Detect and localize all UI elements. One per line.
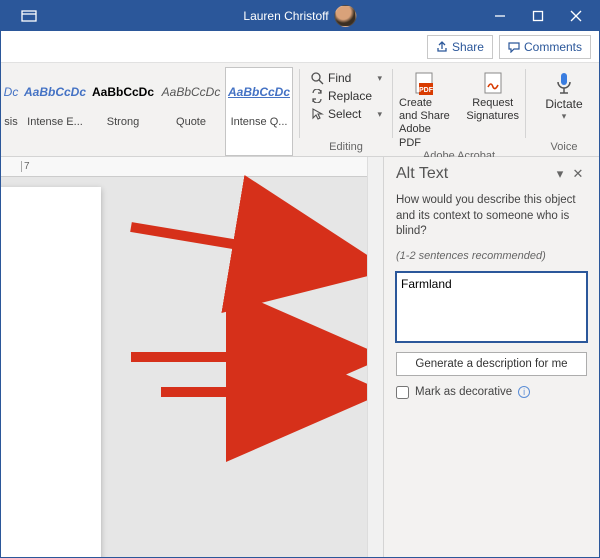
label-l1: Create and Share	[399, 97, 452, 123]
style-name: Intense E...	[23, 116, 87, 128]
pane-options-button[interactable]: ▾	[551, 165, 569, 183]
pane-close-button[interactable]: ✕	[569, 165, 587, 183]
ruler[interactable]: 7	[1, 157, 367, 177]
share-button[interactable]: Share	[427, 35, 493, 59]
comments-label: Comments	[524, 40, 582, 54]
replace-button[interactable]: Replace	[306, 87, 386, 105]
style-name: Quote	[159, 116, 223, 128]
request-signatures-button[interactable]: Request Signatures	[466, 69, 519, 150]
document-area[interactable]: 7	[1, 157, 367, 557]
share-bar: Share Comments	[1, 31, 599, 63]
alt-text-input[interactable]	[396, 272, 587, 342]
style-strong[interactable]: AaBbCcDc Strong	[89, 67, 157, 156]
style-quote[interactable]: AaBbCcDc Quote	[157, 67, 225, 156]
mark-decorative-input[interactable]	[396, 386, 409, 399]
share-label: Share	[452, 40, 484, 54]
generate-label: Generate a description for me	[415, 358, 567, 370]
label-l1: Request	[472, 97, 513, 110]
chevron-down-icon: ▾	[562, 111, 567, 122]
label-l2: Signatures	[466, 110, 519, 123]
voice-group: Dictate ▾ Voice	[532, 63, 596, 156]
pane-title: Alt Text	[396, 165, 448, 183]
dictate-button[interactable]: Dictate ▾	[545, 69, 582, 122]
user-account[interactable]: Lauren Christoff	[243, 5, 356, 27]
vertical-scrollbar[interactable]	[367, 157, 383, 557]
mark-decorative-checkbox[interactable]: Mark as decorative i	[396, 386, 587, 399]
style-name: sis	[2, 116, 20, 128]
adobe-acrobat-group: PDF Create and Share Adobe PDF Request S…	[399, 63, 519, 156]
chevron-down-icon: ▾	[377, 73, 382, 84]
maximize-button[interactable]	[519, 2, 557, 30]
style-emphasis[interactable]: Dc sis	[1, 67, 21, 156]
user-name: Lauren Christoff	[243, 9, 328, 23]
info-icon[interactable]: i	[518, 386, 530, 398]
ruler-mark: 7	[21, 161, 61, 172]
style-sample: Dc	[2, 70, 20, 114]
voice-group-label: Voice	[551, 141, 578, 156]
style-name: Intense Q...	[227, 116, 291, 128]
generate-description-button[interactable]: Generate a description for me	[396, 352, 587, 376]
annotation-arrow	[121, 217, 367, 282]
editing-group-label: Editing	[306, 141, 386, 156]
close-button[interactable]	[557, 2, 595, 30]
select-label: Select	[328, 107, 361, 121]
label-l2: Adobe PDF	[399, 123, 452, 149]
alt-text-pane: Alt Text ▾ ✕ How would you describe this…	[383, 157, 599, 557]
separator	[525, 69, 526, 138]
title-bar: Lauren Christoff	[1, 1, 599, 31]
select-button[interactable]: Select ▾	[306, 105, 386, 123]
separator	[392, 69, 393, 138]
dictate-label: Dictate	[545, 97, 582, 111]
ribbon: Dc sis AaBbCcDc Intense E... AaBbCcDc St…	[1, 63, 599, 157]
page[interactable]	[1, 187, 101, 557]
pane-description: How would you describe this object and i…	[396, 193, 587, 240]
style-intense-quote[interactable]: AaBbCcDc Intense Q...	[225, 67, 293, 156]
style-sample: AaBbCcDc	[91, 70, 155, 114]
style-sample: AaBbCcDc	[227, 70, 291, 114]
annotation-arrow	[121, 347, 367, 372]
create-share-pdf-button[interactable]: PDF Create and Share Adobe PDF	[399, 69, 452, 150]
comments-button[interactable]: Comments	[499, 35, 591, 59]
minimize-button[interactable]	[481, 2, 519, 30]
style-sample: AaBbCcDc	[159, 70, 223, 114]
replace-label: Replace	[328, 89, 372, 103]
pane-hint: (1-2 sentences recommended)	[396, 250, 587, 262]
style-sample: AaBbCcDc	[23, 70, 87, 114]
ribbon-display-options-button[interactable]	[13, 2, 45, 30]
editing-group: Find ▾ Replace Select ▾ Editing	[306, 63, 386, 156]
avatar	[335, 5, 357, 27]
style-name: Strong	[91, 116, 155, 128]
annotation-arrow	[151, 382, 367, 407]
find-label: Find	[328, 71, 351, 85]
separator	[299, 69, 300, 138]
workspace: 7 Alt Text ▾ ✕ How would you describe th…	[1, 157, 599, 557]
styles-gallery[interactable]: Dc sis AaBbCcDc Intense E... AaBbCcDc St…	[1, 63, 293, 156]
mark-label: Mark as decorative	[415, 386, 512, 398]
svg-text:PDF: PDF	[419, 87, 434, 94]
style-intense-emphasis[interactable]: AaBbCcDc Intense E...	[21, 67, 89, 156]
chevron-down-icon: ▾	[377, 109, 382, 120]
find-button[interactable]: Find ▾	[306, 69, 386, 87]
